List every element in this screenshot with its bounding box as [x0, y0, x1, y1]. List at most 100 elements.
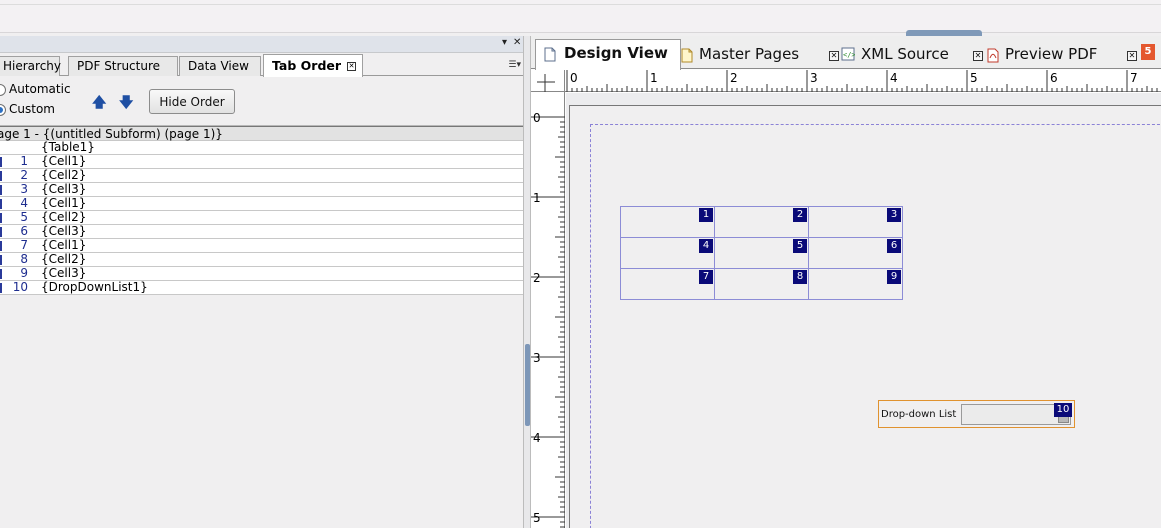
tab-order-badge: 2	[793, 208, 807, 222]
tab-order-number: 10	[12, 280, 28, 294]
ruler-label: 5	[533, 511, 541, 525]
tree-item-label: {Cell2}	[41, 210, 87, 224]
horizontal-ruler[interactable]: 0 1 2 3 4 5 6 7	[565, 70, 1161, 92]
tree-item-row[interactable]: 5 {Cell2}	[0, 211, 523, 225]
tab-order-tree[interactable]: age 1 - {(untitled Subform) (page 1)} {T…	[0, 125, 523, 295]
table-cell[interactable]: 9	[808, 268, 903, 300]
tree-item-label: {Cell2}	[41, 168, 87, 182]
close-icon[interactable]: ✕	[1127, 51, 1137, 61]
tab-order-number: 9	[20, 266, 28, 280]
table-cell[interactable]: 3	[808, 206, 903, 238]
tab-tab-order[interactable]: Tab Order ✕	[263, 54, 363, 77]
form-page[interactable]: 1 2 3 4 5 6 7 8 9 Drop-down List 10	[569, 105, 1161, 528]
tab-order-badge: 3	[887, 208, 901, 222]
tree-item-label: {Cell3}	[41, 224, 87, 238]
close-icon[interactable]: ✕	[347, 62, 357, 71]
tab-pdf-structure[interactable]: PDF Structure	[68, 56, 178, 76]
page-label: age 1 - {(untitled Subform) (page 1)}	[0, 127, 223, 141]
tree-table-row[interactable]: {Table1}	[0, 141, 523, 155]
ruler-label: 4	[890, 71, 898, 85]
radio-icon[interactable]	[0, 103, 6, 116]
table-cell[interactable]: 6	[808, 237, 903, 269]
ruler-label: 2	[730, 71, 738, 85]
ruler-label: 0	[570, 71, 578, 85]
ruler-label: 0	[533, 111, 541, 125]
tab-label: Data View	[188, 59, 249, 73]
ruler-label: 3	[810, 71, 818, 85]
tab-order-number: 7	[20, 238, 28, 252]
tab-xml-source[interactable]: </> XML Source ✕	[837, 41, 983, 69]
automatic-label: Automatic	[9, 82, 71, 96]
table-cell[interactable]: 5	[714, 237, 809, 269]
ruler-label: 7	[1130, 71, 1138, 85]
ruler-label: 4	[533, 431, 541, 445]
tree-item-row[interactable]: 6 {Cell3}	[0, 225, 523, 239]
ruler-label: 1	[650, 71, 658, 85]
tab-order-number: 4	[20, 196, 28, 210]
table-cell[interactable]: 1	[620, 206, 715, 238]
tab-design-view[interactable]: Design View	[535, 39, 681, 70]
ruler-corner	[531, 70, 565, 92]
tab-label: PDF Structure	[77, 59, 161, 73]
tab-order-badge: 4	[699, 239, 713, 253]
table-cell[interactable]: 7	[620, 268, 715, 300]
tree-item-label: {DropDownList1}	[41, 280, 148, 294]
ruler-label: 2	[533, 271, 541, 285]
tab-order-number: 8	[20, 252, 28, 266]
xml-icon: </>	[841, 47, 855, 61]
content-area-margin	[590, 124, 1161, 528]
automatic-radio[interactable]: Automatic	[0, 82, 71, 96]
vertical-ruler[interactable]: 0 1 2 3 4 5	[531, 92, 565, 528]
panel-options-icon[interactable]: ☰▾	[508, 60, 521, 70]
tree-item-row[interactable]: 3 {Cell3}	[0, 183, 523, 197]
tree-item-row[interactable]: 4 {Cell1}	[0, 197, 523, 211]
dropdown-list-field[interactable]: Drop-down List 10	[878, 400, 1075, 428]
tab-order-number: 1	[20, 154, 28, 168]
tree-item-label: {Cell3}	[41, 182, 87, 196]
tab-label: Design View	[564, 44, 668, 62]
close-icon[interactable]: ✕	[973, 51, 983, 61]
table-cell[interactable]: 8	[714, 268, 809, 300]
tree-item-label: {Cell1}	[41, 196, 87, 210]
tab-order-badge: 10	[1054, 403, 1072, 417]
tab-preview-pdf[interactable]: Preview PDF ✕	[983, 41, 1141, 69]
radio-icon[interactable]	[0, 83, 6, 96]
tree-item-row[interactable]: 9 {Cell3}	[0, 267, 523, 281]
tree-item-row[interactable]: 2 {Cell2}	[0, 169, 523, 183]
hide-order-button[interactable]: Hide Order	[149, 89, 235, 114]
tab-order-badge: 1	[699, 208, 713, 222]
tab-order-number: 2	[20, 168, 28, 182]
panel-close-icon[interactable]: ✕	[513, 37, 521, 48]
panel-menu-icon[interactable]: ▾	[502, 37, 507, 48]
tree-item-label: {Cell3}	[41, 266, 87, 280]
tree-page-row[interactable]: age 1 - {(untitled Subform) (page 1)}	[0, 126, 523, 141]
tab-label: XML Source	[861, 45, 949, 63]
top-toolbar	[0, 0, 1161, 33]
origin-icon	[537, 74, 555, 92]
tab-order-badge: 8	[793, 270, 807, 284]
tree-item-row[interactable]: 8 {Cell2}	[0, 253, 523, 267]
design-canvas[interactable]: 1 2 3 4 5 6 7 8 9 Drop-down List 10	[566, 93, 1161, 528]
divider-grip[interactable]	[525, 344, 530, 426]
html5-icon[interactable]: 5	[1141, 44, 1155, 60]
move-down-icon[interactable]: 🡇	[119, 92, 133, 116]
tree-item-row[interactable]: 1 {Cell1}	[0, 155, 523, 169]
table-label: {Table1}	[41, 140, 95, 154]
svg-text:</>: </>	[843, 51, 855, 59]
move-up-icon[interactable]: 🡅	[92, 92, 106, 116]
tab-master-pages[interactable]: Master Pages ✕	[677, 41, 843, 69]
ruler-label: 6	[1050, 71, 1058, 85]
table-cell[interactable]: 4	[620, 237, 715, 269]
tree-item-row[interactable]: 7 {Cell1}	[0, 239, 523, 253]
tab-data-view[interactable]: Data View	[179, 56, 261, 76]
tab-hierarchy[interactable]: Hierarchy	[0, 56, 62, 76]
tab-order-panel: ▾ ✕ Hierarchy PDF Structure Data View Ta…	[0, 36, 525, 528]
custom-radio[interactable]: Custom	[0, 102, 55, 116]
tree-item-row[interactable]: 10 {DropDownList1}	[0, 281, 523, 295]
tab-order-number: 6	[20, 224, 28, 238]
tab-label: Hierarchy	[3, 59, 62, 73]
table-cell[interactable]: 2	[714, 206, 809, 238]
panel-tabs: Hierarchy PDF Structure Data View Tab Or…	[0, 54, 525, 77]
view-tabs: Design View Master Pages ✕ </> XML Sourc…	[531, 36, 1161, 70]
panel-divider[interactable]	[523, 36, 531, 528]
